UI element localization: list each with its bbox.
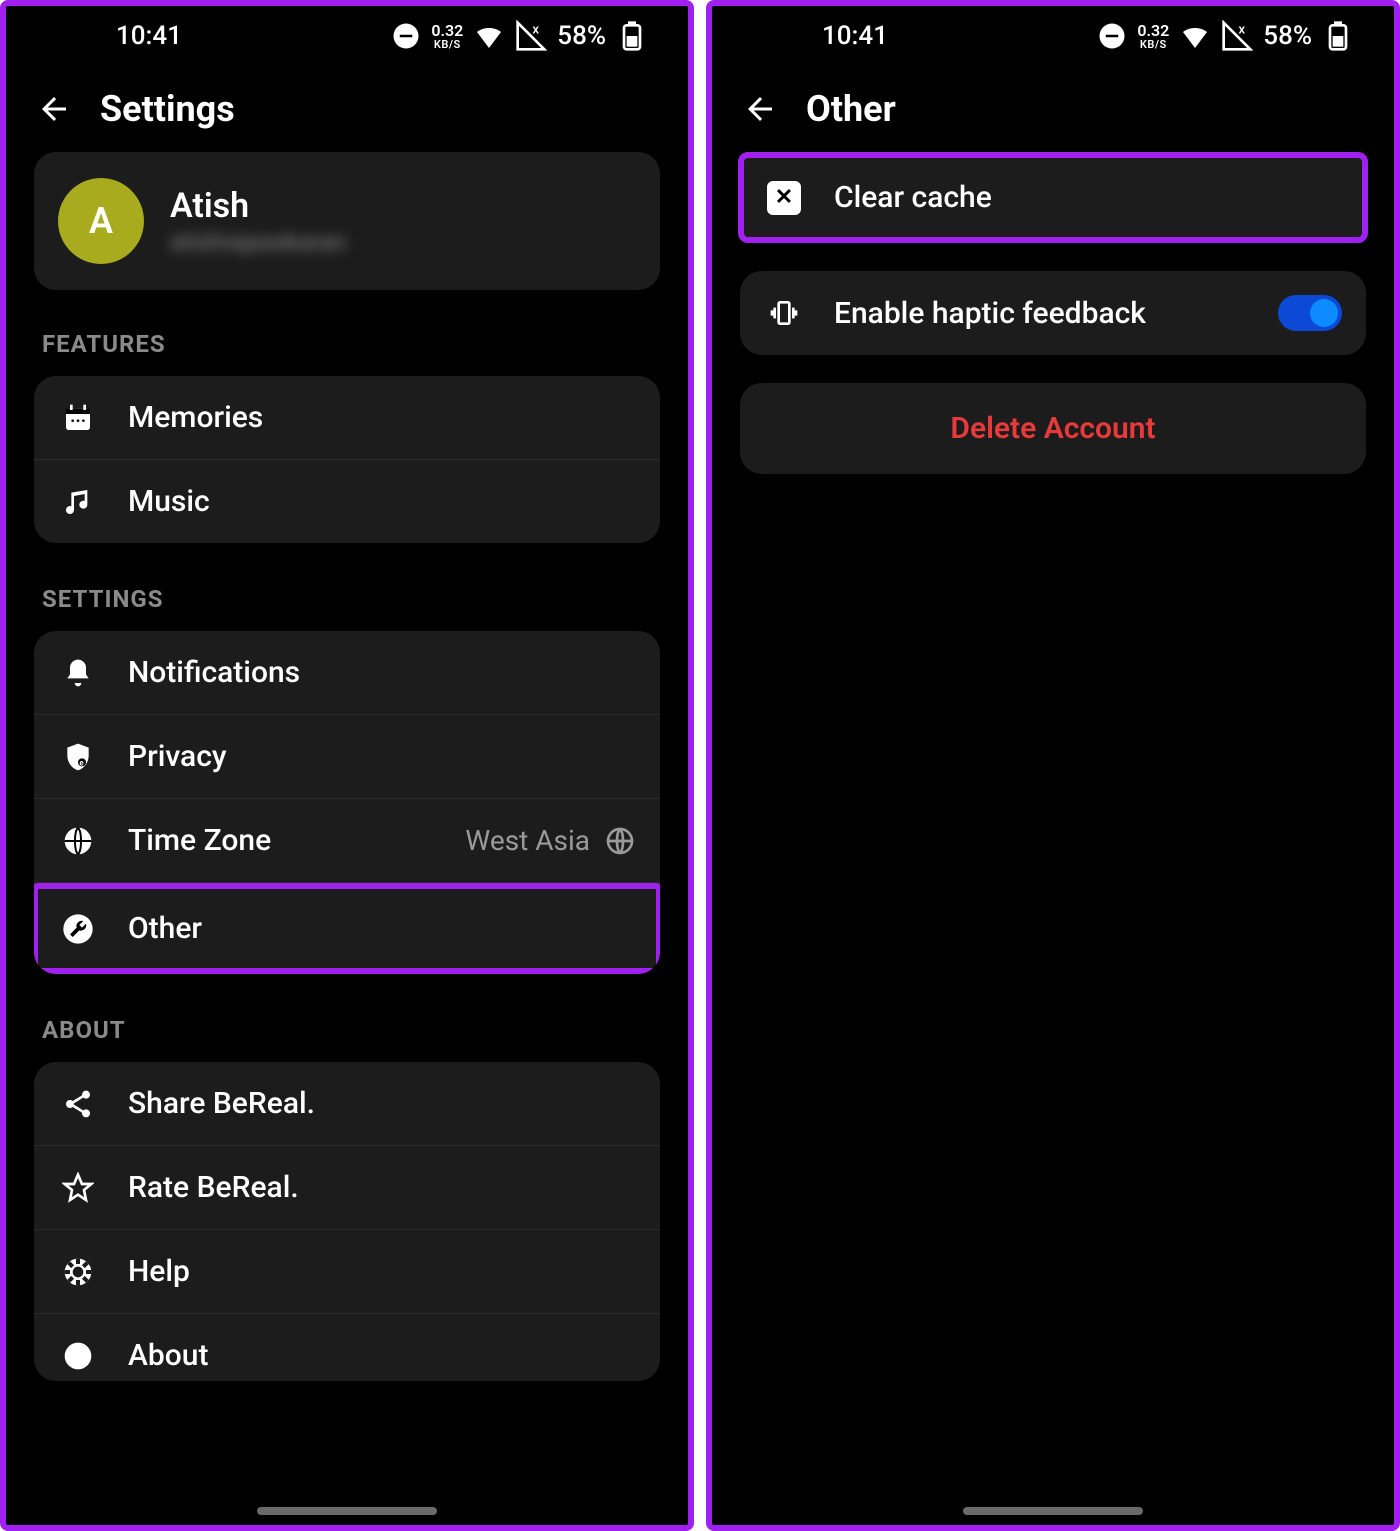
- timezone-value-trail: West Asia: [465, 824, 636, 857]
- globe-icon: [62, 825, 94, 857]
- dnd-icon: [1097, 21, 1127, 51]
- battery-pct: 58%: [1263, 21, 1312, 51]
- net-speed: 0.32 KB/S: [431, 23, 463, 50]
- timezone-value: West Asia: [465, 824, 590, 857]
- nav-header: Other: [712, 66, 1394, 152]
- features-list: Memories Music: [34, 376, 660, 543]
- profile-username: atishrajasekaran: [170, 228, 346, 256]
- calendar-icon: [62, 402, 94, 434]
- row-haptic: Enable haptic feedback: [740, 271, 1366, 355]
- row-label: Share BeReal.: [128, 1086, 636, 1121]
- dnd-icon: [391, 21, 421, 51]
- svg-text:x: x: [533, 22, 540, 37]
- status-time: 10:41: [116, 21, 182, 51]
- globe-outline-icon: [604, 825, 636, 857]
- phone-screen-other: 10:41 0.32 KB/S x 58% Other ✕ Clear cach…: [706, 0, 1400, 1531]
- row-clear-cache[interactable]: ✕ Clear cache: [744, 158, 1362, 237]
- section-label-settings: SETTINGS: [42, 585, 660, 613]
- nav-header: Settings: [6, 66, 688, 152]
- row-label: Music: [128, 484, 636, 519]
- profile-name: Atish: [170, 186, 346, 226]
- info-icon: [62, 1340, 94, 1372]
- row-label: Memories: [128, 400, 636, 435]
- row-label: Time Zone: [128, 823, 435, 858]
- row-label: Notifications: [128, 655, 636, 690]
- share-icon: [62, 1088, 94, 1120]
- about-list: Share BeReal. Rate BeReal. Help About: [34, 1062, 660, 1381]
- svg-text:x: x: [1239, 22, 1246, 37]
- back-arrow-icon[interactable]: [742, 91, 778, 127]
- back-arrow-icon[interactable]: [36, 91, 72, 127]
- row-memories[interactable]: Memories: [34, 376, 660, 459]
- nav-pill[interactable]: [963, 1507, 1143, 1515]
- wrench-icon: [62, 913, 94, 945]
- row-label: Clear cache: [834, 180, 1342, 215]
- signal-icon: x: [1221, 20, 1253, 52]
- row-music[interactable]: Music: [34, 459, 660, 543]
- star-icon: [62, 1172, 94, 1204]
- wifi-icon: [1179, 20, 1211, 52]
- row-rate[interactable]: Rate BeReal.: [34, 1145, 660, 1229]
- signal-icon: x: [515, 20, 547, 52]
- settings-list: Notifications e Privacy Time Zone West A…: [34, 631, 660, 974]
- row-timezone[interactable]: Time Zone West Asia: [34, 798, 660, 882]
- row-label: Other: [128, 911, 636, 946]
- svg-text:e: e: [79, 758, 84, 767]
- row-notifications[interactable]: Notifications: [34, 631, 660, 714]
- delete-account-button[interactable]: Delete Account: [740, 383, 1366, 474]
- row-label: Rate BeReal.: [128, 1170, 636, 1205]
- status-right: 0.32 KB/S x 58%: [391, 20, 648, 52]
- profile-card[interactable]: A Atish atishrajasekaran: [34, 152, 660, 290]
- haptic-card: Enable haptic feedback: [740, 271, 1366, 355]
- shield-icon: e: [62, 741, 94, 773]
- row-about[interactable]: About: [34, 1313, 660, 1381]
- row-label: Privacy: [128, 739, 636, 774]
- section-label-features: FEATURES: [42, 330, 660, 358]
- avatar: A: [58, 178, 144, 264]
- haptic-icon: [768, 297, 800, 329]
- row-other[interactable]: Other: [38, 889, 656, 968]
- status-right: 0.32 KB/S x 58%: [1097, 20, 1354, 52]
- wifi-icon: [473, 20, 505, 52]
- bell-icon: [62, 657, 94, 689]
- help-icon: [62, 1256, 94, 1288]
- row-privacy[interactable]: e Privacy: [34, 714, 660, 798]
- status-bar: 10:41 0.32 KB/S x 58%: [712, 6, 1394, 66]
- row-other-highlight: Other: [34, 883, 660, 974]
- row-label: Help: [128, 1254, 636, 1289]
- haptic-toggle[interactable]: [1278, 295, 1342, 331]
- page-title: Other: [806, 88, 896, 130]
- battery-pct: 58%: [557, 21, 606, 51]
- battery-icon: [1322, 20, 1354, 52]
- row-label: About: [128, 1338, 636, 1373]
- row-label: Enable haptic feedback: [834, 296, 1248, 331]
- battery-icon: [616, 20, 648, 52]
- net-speed: 0.32 KB/S: [1137, 23, 1169, 50]
- section-label-about: ABOUT: [42, 1016, 660, 1044]
- nav-pill[interactable]: [257, 1507, 437, 1515]
- row-help[interactable]: Help: [34, 1229, 660, 1313]
- status-time: 10:41: [822, 21, 888, 51]
- row-share[interactable]: Share BeReal.: [34, 1062, 660, 1145]
- row-clear-cache-highlight: ✕ Clear cache: [738, 152, 1368, 243]
- delete-label: Delete Account: [950, 411, 1155, 446]
- clear-icon: ✕: [767, 181, 801, 215]
- phone-screen-settings: 10:41 0.32 KB/S x 58% Settings A Atish a…: [0, 0, 694, 1531]
- status-bar: 10:41 0.32 KB/S x 58%: [6, 6, 688, 66]
- music-icon: [62, 486, 94, 518]
- page-title: Settings: [100, 88, 235, 130]
